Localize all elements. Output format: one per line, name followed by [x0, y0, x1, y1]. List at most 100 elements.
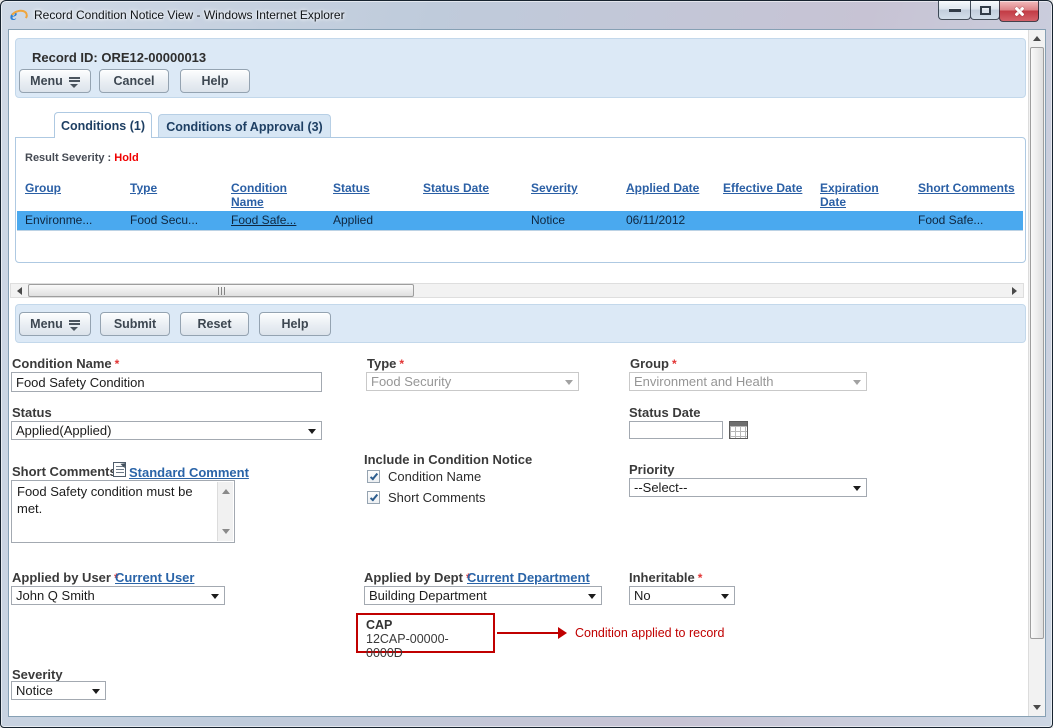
standard-comment-link[interactable]: Standard Comment	[129, 465, 249, 480]
dropdown-arrow-icon	[853, 380, 861, 389]
column-header-severity[interactable]: Severity	[531, 181, 578, 195]
column-header-type[interactable]: Type	[130, 181, 157, 195]
maximize-icon	[980, 6, 991, 15]
priority-label: Priority	[629, 462, 675, 477]
record-header-panel: Record ID: ORE12-00000013 Menu Cancel He…	[15, 38, 1026, 98]
form-menu-button[interactable]: Menu	[19, 312, 91, 336]
scroll-right-button[interactable]	[1007, 284, 1023, 297]
page-vertical-scrollbar[interactable]	[1028, 30, 1045, 716]
page-viewport: Record ID: ORE12-00000013 Menu Cancel He…	[8, 29, 1046, 717]
dropdown-arrow-icon	[565, 380, 573, 389]
browser-window: e Record Condition Notice View - Windows…	[0, 0, 1053, 728]
dropdown-arrow-icon	[588, 594, 596, 603]
record-id: Record ID: ORE12-00000013	[32, 50, 206, 65]
scrollbar-grip-icon	[221, 287, 222, 295]
arrow-up-icon	[222, 485, 230, 494]
textarea-scrollbar[interactable]	[217, 482, 233, 541]
current-department-link[interactable]: Current Department	[467, 570, 590, 585]
arrow-down-icon	[222, 529, 230, 538]
vertical-scrollbar-thumb[interactable]	[1030, 47, 1044, 639]
menu-dropdown-icon	[69, 76, 80, 87]
calendar-icon[interactable]	[729, 421, 748, 439]
result-severity-value: Hold	[114, 152, 138, 164]
severity-select[interactable]: Notice	[11, 681, 106, 700]
dropdown-arrow-icon	[308, 429, 316, 438]
annotation-arrow-line	[497, 632, 558, 634]
horizontal-scrollbar-thumb[interactable]	[28, 284, 414, 297]
short-comments-textarea[interactable]: Food Safety condition must be met.	[11, 480, 235, 543]
menu-dropdown-icon	[69, 319, 80, 330]
condition-name-checkbox[interactable]	[367, 470, 380, 483]
close-icon	[1013, 5, 1026, 18]
current-user-link[interactable]: Current User	[115, 570, 194, 585]
window-controls	[939, 1, 1039, 22]
minimize-button[interactable]	[938, 1, 971, 20]
short-comments-checkbox-label: Short Comments	[388, 490, 486, 505]
conditions-tab-panel: Result Severity : Hold Group Type Condit…	[15, 137, 1026, 263]
condition-name-checkbox-label: Condition Name	[388, 469, 481, 484]
grid-horizontal-scrollbar[interactable]	[10, 283, 1024, 298]
inheritable-label: Inheritable*	[629, 570, 702, 585]
priority-select[interactable]: --Select--	[629, 478, 867, 497]
column-header-group[interactable]: Group	[25, 181, 61, 195]
cap-label: CAP	[366, 618, 485, 632]
cancel-button[interactable]: Cancel	[99, 69, 169, 93]
scroll-down-button[interactable]	[1029, 700, 1045, 716]
type-select[interactable]: Food Security	[366, 372, 579, 391]
submit-button[interactable]: Submit	[100, 312, 170, 336]
annotation-text: Condition applied to record	[575, 626, 724, 640]
status-select[interactable]: Applied(Applied)	[11, 421, 322, 440]
table-header-row: Group Type Condition Name Status Status …	[17, 179, 1023, 211]
maximize-button[interactable]	[970, 1, 1000, 20]
status-date-input[interactable]	[629, 421, 723, 439]
arrow-down-icon	[1033, 705, 1041, 714]
dropdown-arrow-icon	[853, 486, 861, 495]
column-header-status-date[interactable]: Status Date	[423, 181, 489, 195]
status-date-label: Status Date	[629, 405, 701, 420]
short-comments-checkbox[interactable]	[367, 491, 380, 504]
annotation-arrowhead-icon	[558, 627, 573, 639]
applied-by-user-select[interactable]: John Q Smith	[11, 586, 225, 605]
required-marker: *	[672, 357, 677, 371]
menu-button[interactable]: Menu	[19, 69, 91, 93]
group-label: Group*	[630, 356, 677, 371]
short-comments-label: Short Comments	[12, 464, 117, 479]
reset-button[interactable]: Reset	[180, 312, 249, 336]
type-label: Type*	[367, 356, 404, 371]
include-in-condition-notice-label: Include in Condition Notice	[364, 452, 532, 467]
scroll-left-button[interactable]	[11, 284, 27, 297]
status-label: Status	[12, 405, 52, 420]
condition-name-link[interactable]: Food Safe...	[231, 213, 296, 227]
required-marker: *	[399, 357, 404, 371]
column-header-condition-name[interactable]: Condition Name	[231, 181, 287, 209]
condition-name-input[interactable]	[11, 372, 322, 392]
column-header-status[interactable]: Status	[333, 181, 370, 195]
internet-explorer-icon: e	[10, 7, 27, 24]
tab-conditions-of-approval[interactable]: Conditions of Approval (3)	[158, 114, 331, 138]
dropdown-arrow-icon	[211, 594, 219, 603]
close-button[interactable]	[999, 1, 1039, 22]
applied-by-dept-select[interactable]: Building Department	[364, 586, 602, 605]
inheritable-select[interactable]: No	[629, 586, 735, 605]
standard-comment-icon[interactable]	[113, 462, 126, 477]
tab-conditions[interactable]: Conditions (1)	[54, 112, 152, 138]
column-header-expiration-date[interactable]: Expiration Date	[820, 181, 879, 209]
form-toolbar-panel: Menu Submit Reset Help	[15, 304, 1026, 343]
column-header-applied-date[interactable]: Applied Date	[626, 181, 699, 195]
title-bar: e Record Condition Notice View - Windows…	[1, 1, 1052, 29]
applied-by-user-label: Applied by User*	[12, 570, 119, 585]
dropdown-arrow-icon	[92, 689, 100, 698]
help-button[interactable]: Help	[180, 69, 250, 93]
arrow-up-icon	[1033, 32, 1041, 41]
scroll-up-button[interactable]	[1029, 30, 1045, 46]
column-header-effective-date[interactable]: Effective Date	[723, 181, 802, 195]
window-title: Record Condition Notice View - Windows I…	[34, 8, 345, 22]
arrow-right-icon	[1012, 287, 1021, 295]
table-row[interactable]: Environme... Food Secu... Food Safe... A…	[17, 211, 1023, 230]
column-header-short-comments[interactable]: Short Comments	[918, 181, 1015, 195]
condition-name-label: Condition Name*	[12, 356, 119, 371]
form-help-button[interactable]: Help	[259, 312, 331, 336]
group-select[interactable]: Environment and Health	[629, 372, 867, 391]
dropdown-arrow-icon	[721, 594, 729, 603]
checkmark-icon	[370, 472, 378, 481]
